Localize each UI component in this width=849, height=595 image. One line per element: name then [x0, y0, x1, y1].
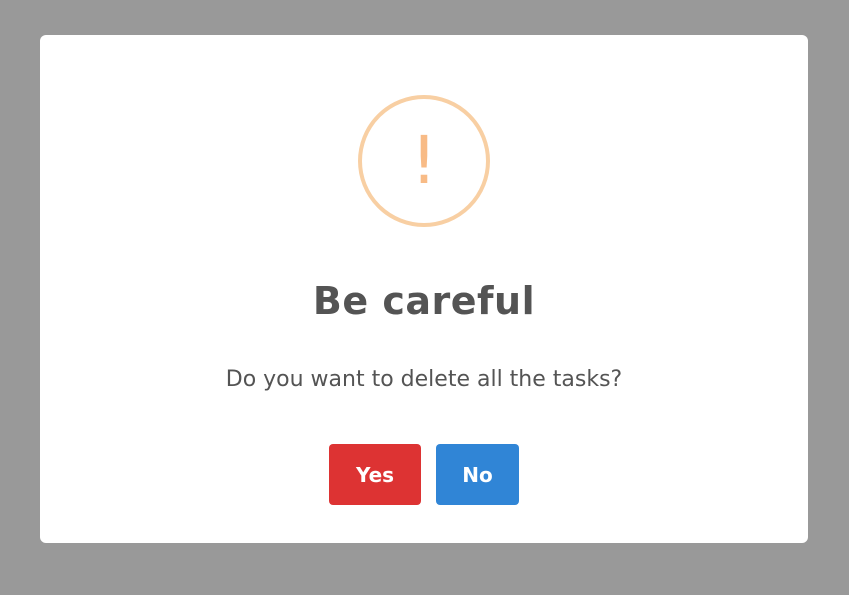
cancel-no-button[interactable]: No — [436, 444, 519, 505]
dialog-title: Be careful — [312, 279, 536, 323]
confirm-dialog: ! Be careful Do you want to delete all t… — [40, 35, 808, 543]
dialog-message: Do you want to delete all the tasks? — [225, 367, 623, 392]
confirm-yes-button[interactable]: Yes — [329, 444, 421, 505]
warning-icon: ! — [358, 95, 490, 227]
exclamation-mark: ! — [410, 122, 438, 199]
